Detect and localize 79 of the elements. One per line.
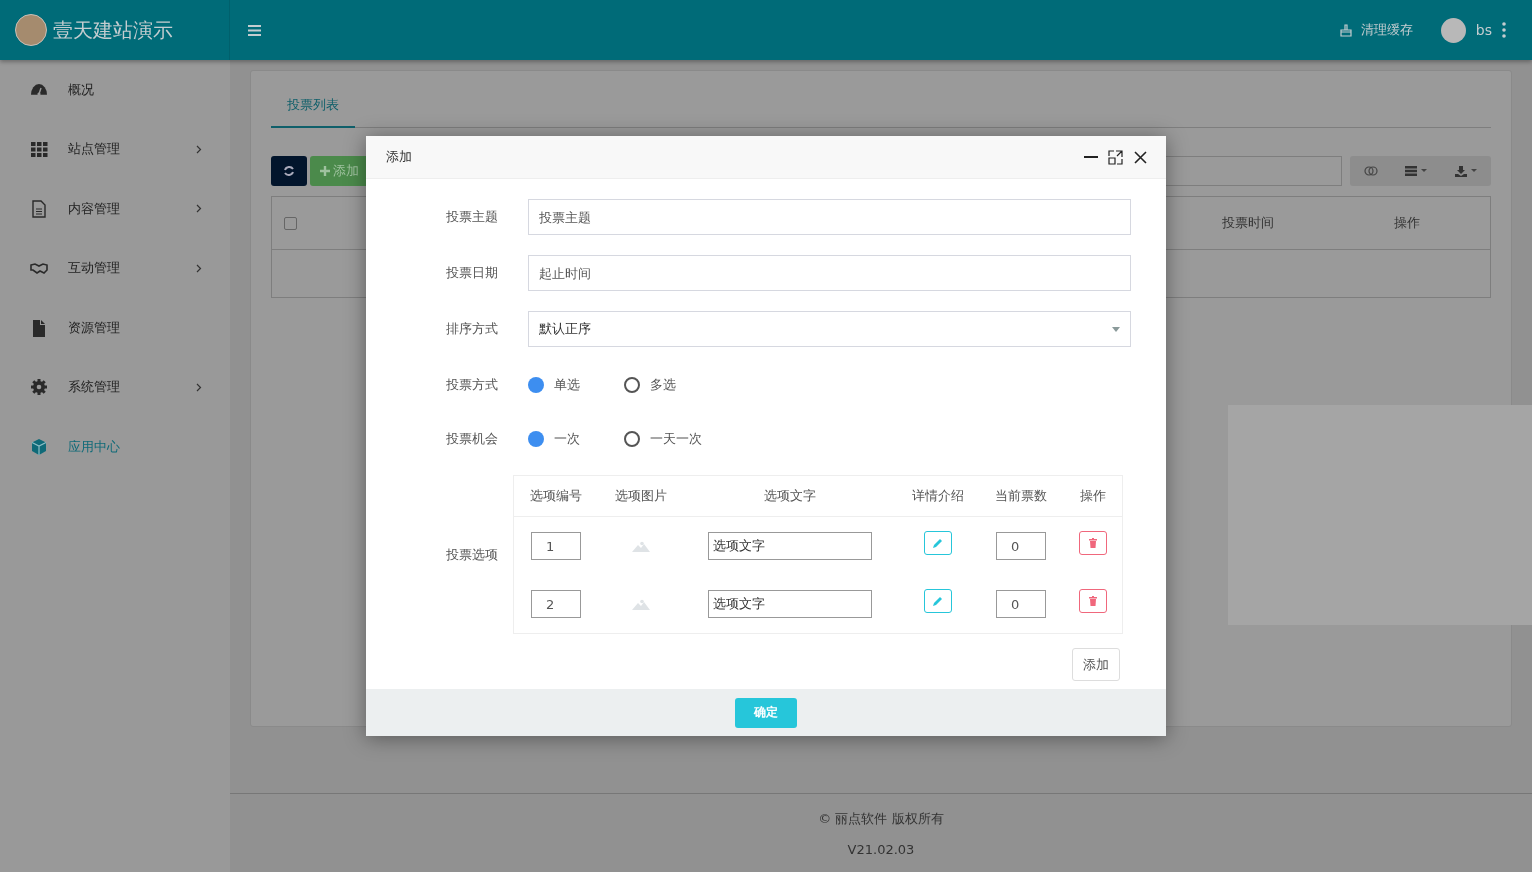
more-button[interactable] <box>1502 22 1506 38</box>
delete-button[interactable] <box>1078 589 1107 613</box>
image-icon <box>631 598 650 610</box>
number-field[interactable]: 1 <box>531 532 581 560</box>
pencil-icon <box>932 596 943 606</box>
edit-button[interactable] <box>923 531 952 555</box>
column-header: 投票时间 <box>1222 214 1275 232</box>
votes-field[interactable]: 0 <box>996 590 1046 618</box>
select-all-checkbox[interactable] <box>284 216 297 230</box>
toggle-button[interactable] <box>1363 166 1378 176</box>
maximize-button[interactable] <box>1108 149 1123 165</box>
text-field[interactable]: 起止时间 <box>528 255 1131 291</box>
columns-button[interactable] <box>1405 166 1428 176</box>
field-label: 投票选项 <box>445 545 498 564</box>
caret-icon <box>1112 326 1120 332</box>
close-button[interactable] <box>1133 149 1148 165</box>
radio-option[interactable]: 一天一次 <box>624 430 720 448</box>
column-header: 操作 <box>1078 487 1107 505</box>
menu-icon <box>248 24 261 36</box>
minimize-icon <box>1084 156 1098 158</box>
column-header: 详情介绍 <box>910 487 965 505</box>
field-label: 投票机会 <box>445 430 498 448</box>
dropdown-field[interactable]: 默认正序 <box>528 311 1131 347</box>
document-icon <box>30 199 48 218</box>
close-icon <box>1133 149 1148 165</box>
column-header: 当前票数 <box>994 487 1048 505</box>
caret-icon <box>1471 169 1478 173</box>
field-label: 投票日期 <box>445 264 498 282</box>
edit-button[interactable] <box>923 589 952 613</box>
sidebar-item[interactable]: 内容管理 <box>0 179 230 239</box>
field-label: 排序方式 <box>445 320 498 338</box>
column-header: 选项编号 <box>529 487 583 505</box>
column-header: 选项图片 <box>613 487 668 505</box>
option-text-field[interactable]: 选项文字 <box>707 590 872 618</box>
cube-icon <box>30 437 48 456</box>
sidebar-item[interactable]: 系统管理 <box>0 357 230 417</box>
pencil-icon <box>932 538 943 548</box>
maximize-icon <box>1108 149 1123 165</box>
radio-option[interactable]: 多选 <box>624 376 720 394</box>
sidebar-item[interactable]: 概况 <box>0 60 230 120</box>
option-text-field[interactable]: 选项文字 <box>707 532 872 560</box>
sidebar-item[interactable]: 互动管理 <box>0 238 230 298</box>
copyright-text: © 丽点软件 版权所有 <box>818 809 944 828</box>
trash-icon <box>1088 538 1097 548</box>
plus-icon <box>320 166 330 176</box>
download-icon <box>1455 165 1468 177</box>
avatar-icon[interactable] <box>1440 17 1466 43</box>
add-option-button[interactable]: 添加 <box>1072 648 1120 681</box>
refresh-button[interactable] <box>271 156 307 186</box>
dialog-title: 添加 <box>386 148 413 166</box>
list-icon <box>1405 166 1418 176</box>
logo-icon <box>15 14 47 46</box>
clear-cache-button[interactable]: 清理缓存 <box>1338 21 1413 39</box>
refresh-icon <box>283 165 295 177</box>
sidebar-item[interactable]: 资源管理 <box>0 298 230 358</box>
radio-option[interactable]: 一次 <box>528 430 624 448</box>
menu-button[interactable] <box>248 24 261 36</box>
trash-icon <box>1088 596 1097 606</box>
column-header: 选项文字 <box>762 487 817 505</box>
caret-icon <box>1421 169 1428 173</box>
number-field[interactable]: 2 <box>531 590 581 618</box>
text-field[interactable]: 投票主题 <box>528 199 1131 235</box>
grid-icon <box>30 140 48 159</box>
votes-field[interactable]: 0 <box>996 532 1046 560</box>
gear-icon <box>30 378 48 397</box>
field-label: 投票方式 <box>445 376 498 394</box>
column-header: 操作 <box>1394 214 1421 232</box>
export-button[interactable] <box>1455 165 1478 177</box>
version-text: V21.02.03 <box>847 841 915 857</box>
delete-button[interactable] <box>1078 531 1107 555</box>
image-icon <box>631 540 650 552</box>
file-icon <box>30 318 48 337</box>
user-name[interactable]: bs <box>1475 22 1492 38</box>
field-label: 投票主题 <box>445 208 498 226</box>
site-title: 壹天建站演示 <box>53 16 173 44</box>
kebab-icon <box>1502 22 1506 38</box>
toggle-icon <box>1363 166 1378 176</box>
radio-option[interactable]: 单选 <box>528 376 624 394</box>
sidebar-item[interactable]: 站点管理 <box>0 119 230 179</box>
